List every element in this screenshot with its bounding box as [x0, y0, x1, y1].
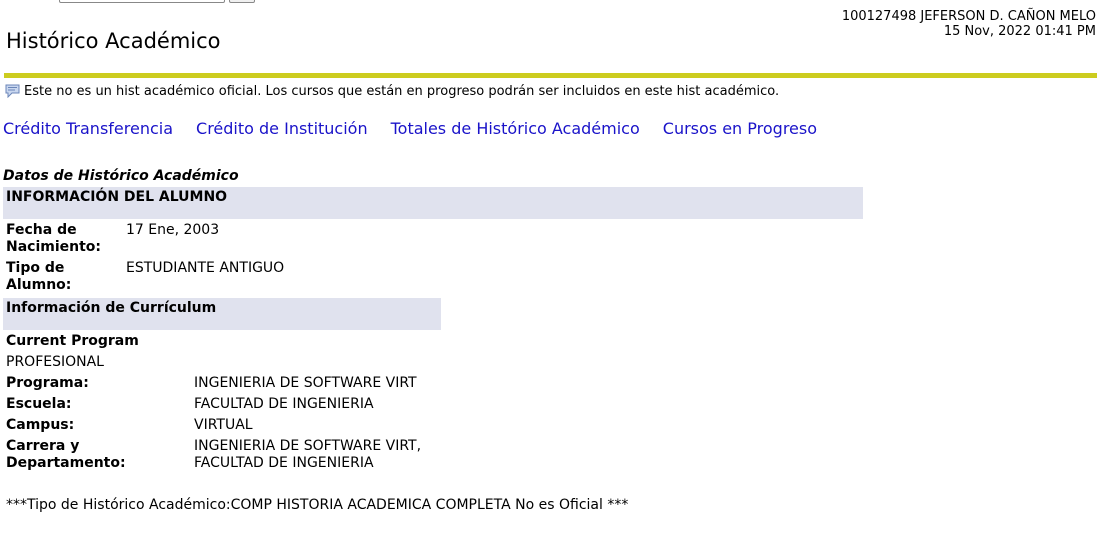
link-totales-historico[interactable]: Totales de Histórico Académico — [391, 119, 640, 139]
career-label-line1: Carrera y — [6, 438, 80, 454]
career-department-label: Carrera y Departamento: — [6, 438, 126, 472]
student-type-label-line1: Tipo de — [6, 260, 65, 276]
school-label: Escuela: — [6, 396, 72, 412]
user-id-name: 100127498 JEFERSON D. CAÑON MELO — [841, 9, 1096, 24]
current-program-label: Current Program — [6, 333, 139, 349]
campus-value: VIRTUAL — [194, 417, 253, 433]
link-credito-institucion[interactable]: Crédito de Institución — [196, 119, 368, 139]
birth-date-label-line2: Nacimiento: — [6, 239, 102, 255]
search-button[interactable] — [229, 0, 255, 3]
program-level-value: PROFESIONAL — [6, 354, 104, 370]
curriculum-info-header: Información de Currículum — [3, 298, 441, 330]
page: 100127498 JEFERSON D. CAÑON MELO 15 Nov,… — [0, 0, 1104, 535]
school-value: FACULTAD DE INGENIERIA — [194, 396, 374, 412]
campus-label: Campus: — [6, 417, 75, 433]
career-department-value: INGENIERIA DE SOFTWARE VIRT, FACULTAD DE… — [194, 438, 421, 472]
student-type-label: Tipo de Alumno: — [6, 260, 71, 294]
info-bubble-icon — [5, 84, 20, 98]
transcript-type-note: ***Tipo de Histórico Académico:COMP HIST… — [6, 497, 629, 513]
current-datetime: 15 Nov, 2022 01:41 PM — [943, 24, 1096, 39]
header-divider — [4, 73, 1097, 78]
program-label: Programa: — [6, 375, 89, 391]
student-type-value: ESTUDIANTE ANTIGUO — [126, 260, 285, 276]
birth-date-value: 17 Ene, 2003 — [126, 222, 220, 238]
notice-text: Este no es un hist académico oficial. Lo… — [24, 84, 780, 99]
nav-links: Crédito Transferencia Crédito de Institu… — [3, 119, 840, 139]
section-caption: Datos de Histórico Académico — [3, 168, 239, 184]
birth-date-label-line1: Fecha de — [6, 222, 77, 238]
page-title: Histórico Académico — [6, 29, 221, 53]
program-value: INGENIERIA DE SOFTWARE VIRT — [194, 375, 417, 391]
student-type-label-line2: Alumno: — [6, 277, 72, 293]
link-cursos-en-progreso[interactable]: Cursos en Progreso — [663, 119, 817, 139]
career-value-line2: FACULTAD DE INGENIERIA — [194, 455, 374, 471]
career-label-line2: Departamento: — [6, 455, 126, 471]
link-credito-transferencia[interactable]: Crédito Transferencia — [3, 119, 173, 139]
birth-date-label: Fecha de Nacimiento: — [6, 222, 101, 256]
career-value-line1: INGENIERIA DE SOFTWARE VIRT, — [194, 438, 422, 454]
student-info-header: INFORMACIÓN DEL ALUMNO — [3, 187, 863, 219]
search-input[interactable] — [59, 0, 225, 3]
user-info: 100127498 JEFERSON D. CAÑON MELO 15 Nov,… — [842, 9, 1096, 39]
notice: Este no es un hist académico oficial. Lo… — [5, 84, 779, 100]
